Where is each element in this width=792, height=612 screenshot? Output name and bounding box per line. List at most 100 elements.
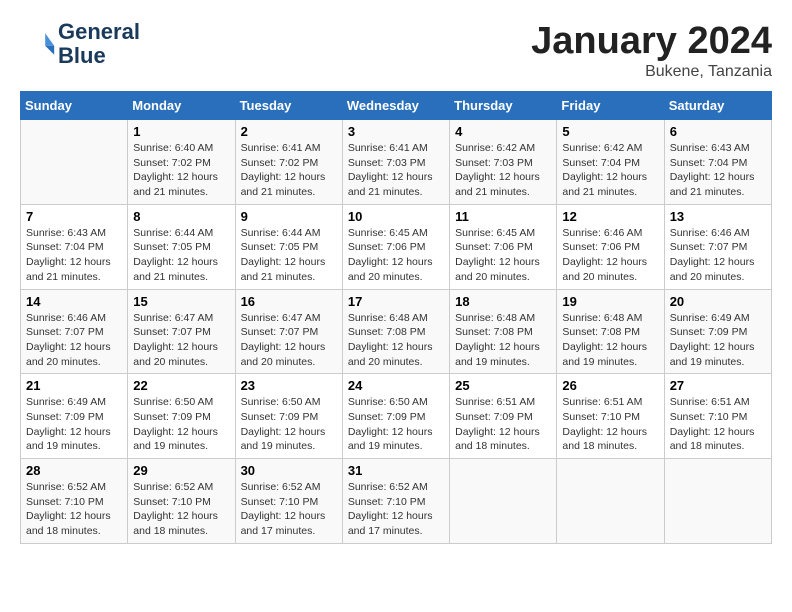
day-number: 8 [133,209,229,224]
calendar-cell: 29Sunrise: 6:52 AMSunset: 7:10 PMDayligh… [128,459,235,544]
day-info: Sunrise: 6:45 AMSunset: 7:06 PMDaylight:… [348,226,444,285]
day-info: Sunrise: 6:44 AMSunset: 7:05 PMDaylight:… [133,226,229,285]
weekday-header-row: SundayMondayTuesdayWednesdayThursdayFrid… [21,92,772,120]
day-info: Sunrise: 6:41 AMSunset: 7:02 PMDaylight:… [241,141,337,200]
calendar-cell: 26Sunrise: 6:51 AMSunset: 7:10 PMDayligh… [557,374,664,459]
calendar-cell: 5Sunrise: 6:42 AMSunset: 7:04 PMDaylight… [557,120,664,205]
calendar-cell: 9Sunrise: 6:44 AMSunset: 7:05 PMDaylight… [235,204,342,289]
calendar-cell: 23 Sunrise: 6:50 AMSunset: 7:09 PMDayligh… [235,374,342,459]
day-info: Sunrise: 6:50 AMSunset: 7:09 PMDaylight:… [133,395,229,454]
day-number: 20 [670,294,766,309]
calendar-cell: 10 Sunrise: 6:45 AMSunset: 7:06 PMDayligh… [342,204,449,289]
calendar-cell: 17 Sunrise: 6:48 AMSunset: 7:08 PMDayligh… [342,289,449,374]
day-info: Sunrise: 6:50 AMSunset: 7:09 PMDaylight:… [348,395,444,454]
day-number: 18 [455,294,551,309]
day-number: 16 [241,294,337,309]
calendar-cell: 7 Sunrise: 6:43 AMSunset: 7:04 PMDaylight… [21,204,128,289]
day-info: Sunrise: 6:40 AMSunset: 7:02 PMDaylight:… [133,141,229,200]
calendar-cell: 21 Sunrise: 6:49 AMSunset: 7:09 PMDayligh… [21,374,128,459]
day-number: 7 [26,209,122,224]
day-info: Sunrise: 6:48 AMSunset: 7:08 PMDaylight:… [455,311,551,370]
page-header: General Blue January 2024 Bukene, Tanzan… [20,20,772,81]
day-info: Sunrise: 6:41 AMSunset: 7:03 PMDaylight:… [348,141,444,200]
day-number: 12 [562,209,658,224]
day-number: 31 [348,463,444,478]
day-number: 23 [241,378,337,393]
calendar-cell: 27 Sunrise: 6:51 AMSunset: 7:10 PMDayligh… [664,374,771,459]
day-number: 9 [241,209,337,224]
calendar-cell: 22Sunrise: 6:50 AMSunset: 7:09 PMDayligh… [128,374,235,459]
calendar-cell: 19 Sunrise: 6:48 AMSunset: 7:08 PMDayligh… [557,289,664,374]
day-number: 6 [670,124,766,139]
week-row-2: 7 Sunrise: 6:43 AMSunset: 7:04 PMDaylight… [21,204,772,289]
calendar-cell: 4Sunrise: 6:42 AMSunset: 7:03 PMDaylight… [450,120,557,205]
day-number: 5 [562,124,658,139]
calendar-cell: 28Sunrise: 6:52 AMSunset: 7:10 PMDayligh… [21,459,128,544]
weekday-header-friday: Friday [557,92,664,120]
day-info: Sunrise: 6:52 AMSunset: 7:10 PMDaylight:… [133,480,229,539]
day-info: Sunrise: 6:52 AMSunset: 7:10 PMDaylight:… [348,480,444,539]
day-info: Sunrise: 6:46 AMSunset: 7:07 PMDaylight:… [26,311,122,370]
calendar-cell [664,459,771,544]
calendar-cell [450,459,557,544]
day-number: 27 [670,378,766,393]
day-info: Sunrise: 6:43 AMSunset: 7:04 PMDaylight:… [670,141,766,200]
day-number: 15 [133,294,229,309]
calendar-cell: 14Sunrise: 6:46 AMSunset: 7:07 PMDayligh… [21,289,128,374]
day-number: 11 [455,209,551,224]
calendar-cell: 2 Sunrise: 6:41 AMSunset: 7:02 PMDaylight… [235,120,342,205]
day-number: 13 [670,209,766,224]
day-info: Sunrise: 6:48 AMSunset: 7:08 PMDaylight:… [348,311,444,370]
day-info: Sunrise: 6:46 AMSunset: 7:06 PMDaylight:… [562,226,658,285]
day-number: 1 [133,124,229,139]
logo-text: General Blue [58,20,140,68]
day-number: 2 [241,124,337,139]
weekday-header-saturday: Saturday [664,92,771,120]
day-info: Sunrise: 6:46 AMSunset: 7:07 PMDaylight:… [670,226,766,285]
calendar-cell: 15 Sunrise: 6:47 AMSunset: 7:07 PMDayligh… [128,289,235,374]
calendar-cell [557,459,664,544]
day-number: 21 [26,378,122,393]
day-info: Sunrise: 6:50 AMSunset: 7:09 PMDaylight:… [241,395,337,454]
day-info: Sunrise: 6:43 AMSunset: 7:04 PMDaylight:… [26,226,122,285]
day-info: Sunrise: 6:49 AMSunset: 7:09 PMDaylight:… [670,311,766,370]
location: Bukene, Tanzania [531,63,772,81]
logo-icon [20,26,56,62]
calendar-cell: 31 Sunrise: 6:52 AMSunset: 7:10 PMDayligh… [342,459,449,544]
week-row-4: 21 Sunrise: 6:49 AMSunset: 7:09 PMDayligh… [21,374,772,459]
day-info: Sunrise: 6:51 AMSunset: 7:09 PMDaylight:… [455,395,551,454]
day-info: Sunrise: 6:48 AMSunset: 7:08 PMDaylight:… [562,311,658,370]
title-block: January 2024 Bukene, Tanzania [531,20,772,81]
day-number: 10 [348,209,444,224]
day-info: Sunrise: 6:47 AMSunset: 7:07 PMDaylight:… [133,311,229,370]
calendar-cell: 8 Sunrise: 6:44 AMSunset: 7:05 PMDaylight… [128,204,235,289]
calendar-cell: 24Sunrise: 6:50 AMSunset: 7:09 PMDayligh… [342,374,449,459]
day-number: 28 [26,463,122,478]
month-title: January 2024 [531,20,772,63]
day-info: Sunrise: 6:49 AMSunset: 7:09 PMDaylight:… [26,395,122,454]
calendar-cell [21,120,128,205]
weekday-header-wednesday: Wednesday [342,92,449,120]
day-number: 4 [455,124,551,139]
day-number: 25 [455,378,551,393]
calendar-cell: 16 Sunrise: 6:47 AMSunset: 7:07 PMDayligh… [235,289,342,374]
weekday-header-thursday: Thursday [450,92,557,120]
calendar-cell: 18 Sunrise: 6:48 AMSunset: 7:08 PMDayligh… [450,289,557,374]
calendar-cell: 30Sunrise: 6:52 AMSunset: 7:10 PMDayligh… [235,459,342,544]
logo: General Blue [20,20,140,68]
calendar-cell: 11 Sunrise: 6:45 AMSunset: 7:06 PMDayligh… [450,204,557,289]
calendar-cell: 1 Sunrise: 6:40 AMSunset: 7:02 PMDaylight… [128,120,235,205]
weekday-header-monday: Monday [128,92,235,120]
weekday-header-tuesday: Tuesday [235,92,342,120]
day-info: Sunrise: 6:45 AMSunset: 7:06 PMDaylight:… [455,226,551,285]
day-info: Sunrise: 6:52 AMSunset: 7:10 PMDaylight:… [241,480,337,539]
day-info: Sunrise: 6:51 AMSunset: 7:10 PMDaylight:… [670,395,766,454]
day-info: Sunrise: 6:47 AMSunset: 7:07 PMDaylight:… [241,311,337,370]
day-info: Sunrise: 6:51 AMSunset: 7:10 PMDaylight:… [562,395,658,454]
day-number: 19 [562,294,658,309]
calendar-cell: 13 Sunrise: 6:46 AMSunset: 7:07 PMDayligh… [664,204,771,289]
calendar-table: SundayMondayTuesdayWednesdayThursdayFrid… [20,91,772,544]
week-row-3: 14Sunrise: 6:46 AMSunset: 7:07 PMDayligh… [21,289,772,374]
day-number: 17 [348,294,444,309]
day-number: 3 [348,124,444,139]
